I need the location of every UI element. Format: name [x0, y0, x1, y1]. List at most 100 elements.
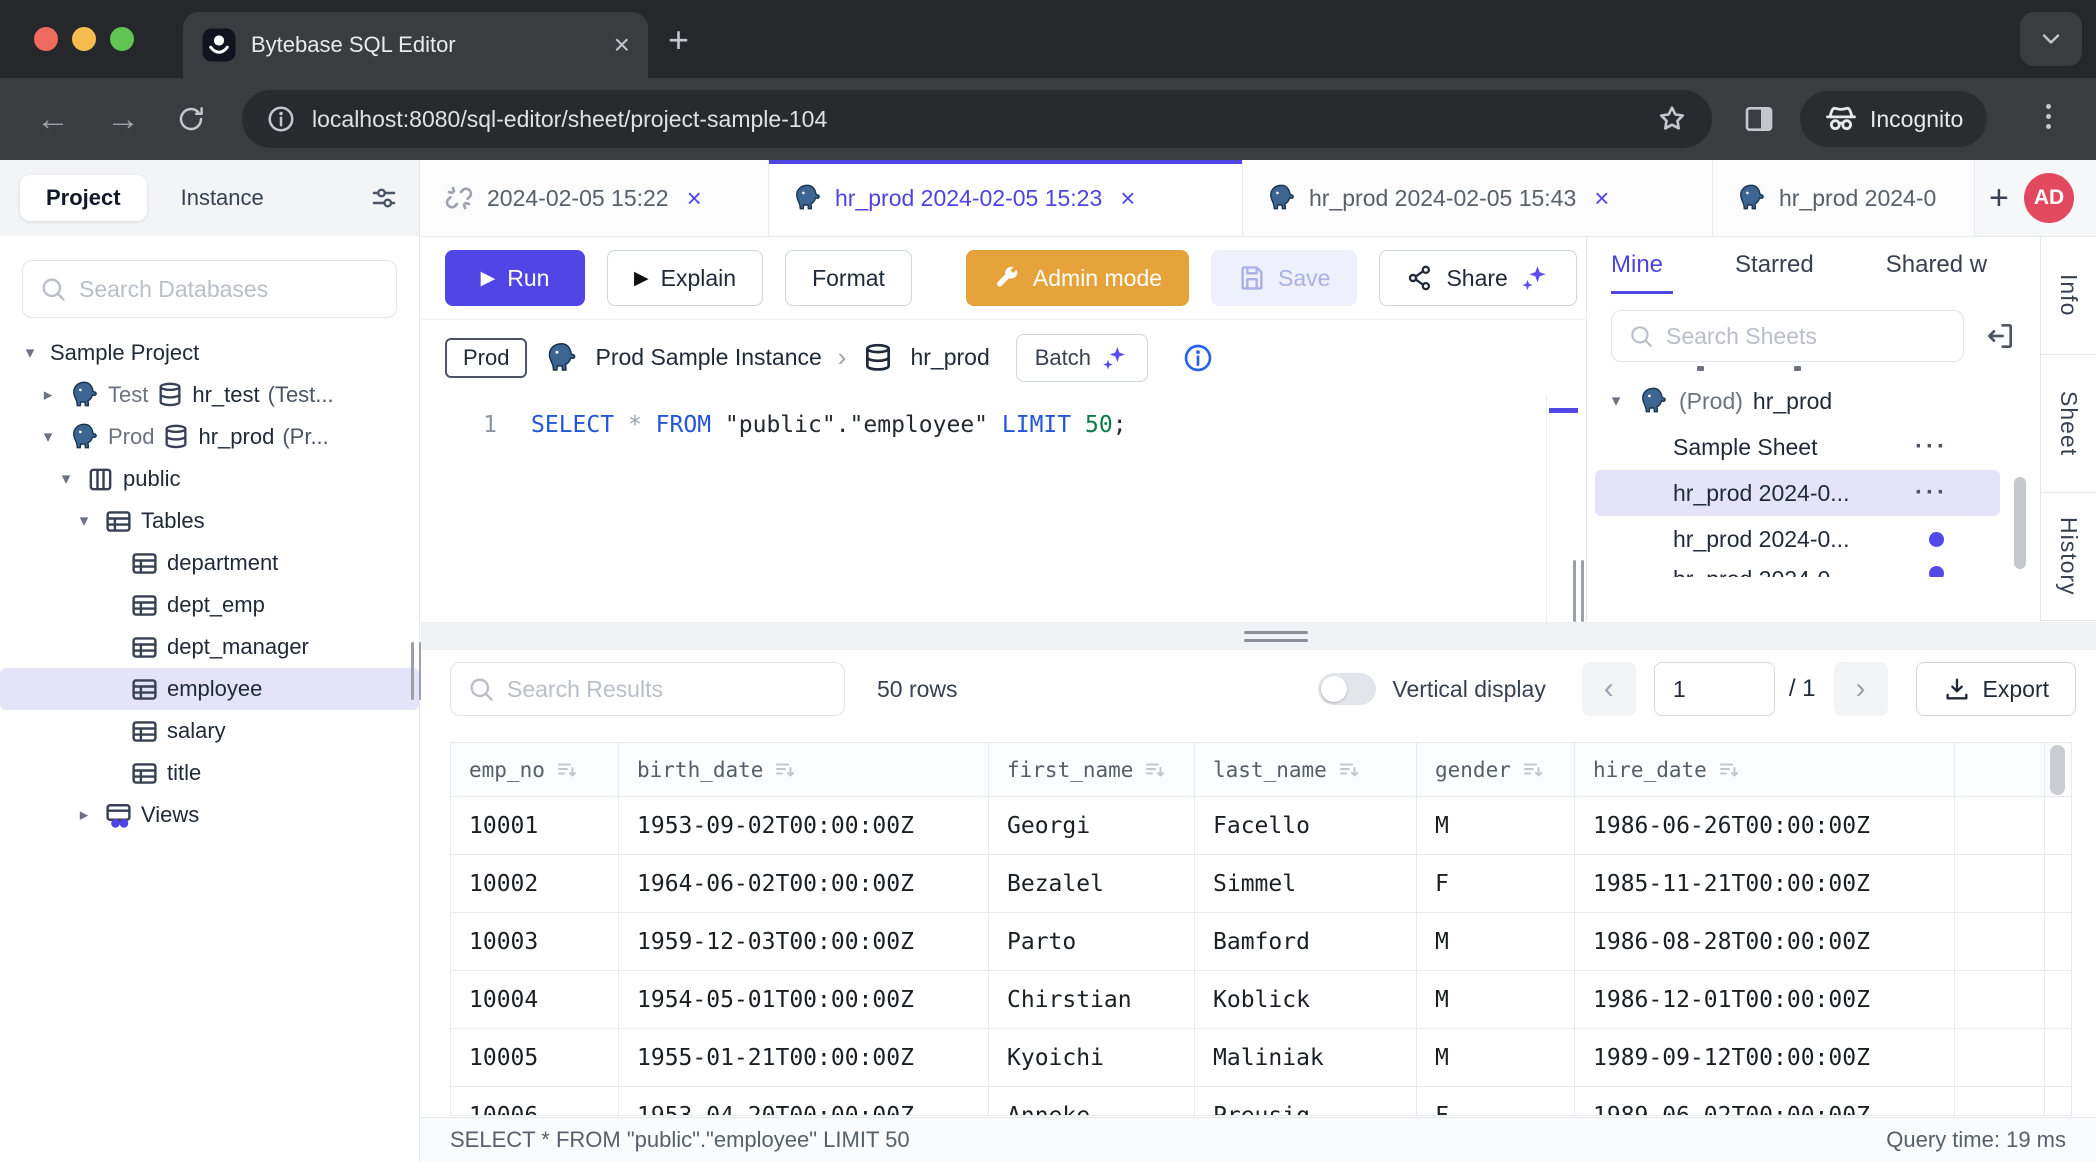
browser-tab[interactable]: Bytebase SQL Editor × — [183, 12, 648, 78]
table-cell[interactable]: 1954-05-01T00:00:00Z — [619, 971, 989, 1029]
browser-tab-close-icon[interactable]: × — [614, 31, 630, 59]
more-menu-icon[interactable]: ··· — [1915, 479, 1948, 507]
open-sheet-icon[interactable] — [1984, 320, 2016, 352]
run-button[interactable]: ▶ Run — [445, 250, 585, 306]
save-button[interactable]: Save — [1211, 250, 1357, 306]
tree-item-hr-prod[interactable]: ▾Prodhr_prod(Pr... — [0, 416, 419, 458]
table-cell[interactable]: M — [1417, 797, 1575, 855]
instance-name[interactable]: Prod Sample Instance — [595, 344, 821, 371]
chevron-right-icon[interactable]: ▸ — [72, 805, 96, 825]
column-header-hire_date[interactable]: hire_date — [1575, 743, 1955, 797]
column-header-first_name[interactable]: first_name — [989, 743, 1195, 797]
table-cell[interactable]: 10005 — [451, 1029, 619, 1087]
results-search[interactable] — [450, 662, 845, 716]
table-cell[interactable]: 1985-11-21T00:00:00Z — [1575, 855, 1955, 913]
table-cell[interactable]: Maliniak — [1195, 1029, 1417, 1087]
sheet-tab-3[interactable]: hr_prod 2024-02-05 15:43× — [1243, 160, 1713, 236]
tree-item-public[interactable]: ▾public — [0, 458, 419, 500]
strip-tab-info[interactable]: Info — [2041, 237, 2096, 355]
column-header-gender[interactable]: gender — [1417, 743, 1575, 797]
new-tab-button[interactable]: + — [668, 22, 689, 58]
tree-item-hr-test[interactable]: ▸Testhr_test(Test... — [0, 374, 419, 416]
table-cell[interactable]: 1955-01-21T00:00:00Z — [619, 1029, 989, 1087]
table-cell[interactable]: Preusig — [1195, 1087, 1417, 1115]
tree-item-title[interactable]: title — [0, 752, 419, 794]
database-name[interactable]: hr_prod — [910, 344, 989, 371]
table-cell[interactable]: 10001 — [451, 797, 619, 855]
table-cell[interactable]: Bamford — [1195, 913, 1417, 971]
reload-button[interactable] — [176, 104, 206, 134]
scrollbar-thumb[interactable] — [2050, 745, 2065, 795]
close-icon[interactable]: × — [1120, 183, 1135, 214]
window-close-button[interactable] — [34, 27, 58, 51]
table-cell[interactable]: Simmel — [1195, 855, 1417, 913]
filter-settings-icon[interactable] — [369, 183, 399, 213]
tab-mine[interactable]: Mine — [1611, 251, 1663, 279]
drag-handle-icon[interactable] — [1244, 631, 1308, 642]
table-cell[interactable]: M — [1417, 971, 1575, 1029]
sheet-item-1[interactable]: Sample Sheet··· — [1595, 424, 2000, 470]
strip-tab-sheet[interactable]: Sheet — [2041, 355, 2096, 493]
prev-page-button[interactable]: ‹ — [1582, 662, 1636, 716]
vertical-display-toggle[interactable] — [1318, 673, 1376, 705]
tab-project[interactable]: Project — [20, 175, 147, 221]
table-cell[interactable]: 10003 — [451, 913, 619, 971]
table-cell[interactable]: 10004 — [451, 971, 619, 1029]
tree-item-views[interactable]: ▸Views — [0, 794, 419, 836]
admin-mode-button[interactable]: Admin mode — [966, 250, 1189, 306]
side-panel-icon[interactable] — [1742, 103, 1776, 135]
table-cell[interactable]: 1986-08-28T00:00:00Z — [1575, 913, 1955, 971]
table-cell[interactable]: M — [1417, 1029, 1575, 1087]
tree-item-department[interactable]: department — [0, 542, 419, 584]
column-header-birth_date[interactable]: birth_date — [619, 743, 989, 797]
close-icon[interactable]: × — [1594, 183, 1609, 214]
tree-item-salary[interactable]: salary — [0, 710, 419, 752]
database-search[interactable] — [22, 260, 397, 318]
chevron-down-icon[interactable]: ▾ — [72, 511, 96, 531]
table-cell[interactable]: 1986-06-26T00:00:00Z — [1575, 797, 1955, 855]
table-cell[interactable]: F — [1417, 1087, 1575, 1115]
table-cell[interactable]: 10002 — [451, 855, 619, 913]
database-search-input[interactable] — [79, 276, 380, 303]
chevron-down-icon[interactable]: ▾ — [18, 343, 42, 363]
bookmark-star-icon[interactable] — [1656, 103, 1688, 135]
format-button[interactable]: Format — [785, 250, 912, 306]
table-cell[interactable]: F — [1417, 855, 1575, 913]
table-cell[interactable]: 1989-06-02T00:00:00Z — [1575, 1087, 1955, 1115]
results-search-input[interactable] — [507, 676, 828, 703]
column-header-emp_no[interactable]: emp_no — [451, 743, 619, 797]
tab-instance[interactable]: Instance — [181, 185, 264, 211]
window-zoom-button[interactable] — [110, 27, 134, 51]
sheet-search-input[interactable] — [1666, 323, 1947, 350]
tree-item-tables[interactable]: ▾Tables — [0, 500, 419, 542]
table-cell[interactable]: 1989-09-12T00:00:00Z — [1575, 1029, 1955, 1087]
info-icon[interactable] — [1182, 342, 1214, 374]
table-cell[interactable]: Facello — [1195, 797, 1417, 855]
chevron-down-icon[interactable]: ▾ — [36, 427, 60, 447]
table-cell[interactable]: Parto — [989, 913, 1195, 971]
site-info-icon[interactable] — [266, 104, 296, 134]
sheet-group-row[interactable]: ▾ (Prod) hr_prod — [1587, 378, 2040, 424]
batch-button[interactable]: Batch — [1016, 334, 1148, 382]
sheet-item-2[interactable]: hr_prod 2024-0...··· — [1595, 470, 2000, 516]
avatar[interactable]: AD — [2024, 173, 2074, 223]
sheet-list-scrollbar[interactable] — [2014, 477, 2026, 569]
sheet-item-3[interactable]: hr_prod 2024-0... — [1595, 516, 2000, 562]
tree-item-dept-emp[interactable]: dept_emp — [0, 584, 419, 626]
tree-item-dept-manager[interactable]: dept_manager — [0, 626, 419, 668]
table-cell[interactable]: Kyoichi — [989, 1029, 1195, 1087]
window-minimize-button[interactable] — [72, 27, 96, 51]
sheet-tab-2[interactable]: hr_prod 2024-02-05 15:23× — [769, 160, 1243, 236]
explain-button[interactable]: ▶ Explain — [607, 250, 763, 306]
tab-starred[interactable]: Starred — [1735, 251, 1814, 279]
address-bar[interactable]: localhost:8080/sql-editor/sheet/project-… — [242, 90, 1712, 148]
column-header-last_name[interactable]: last_name — [1195, 743, 1417, 797]
share-button[interactable]: Share — [1379, 250, 1576, 306]
strip-tab-history[interactable]: History — [2041, 493, 2096, 621]
more-menu-icon[interactable]: ··· — [1915, 433, 1948, 461]
table-cell[interactable]: 1953-04-20T00:00:00Z — [619, 1087, 989, 1115]
table-scrollbar[interactable] — [2045, 743, 2071, 797]
chevron-down-icon[interactable]: ▾ — [54, 469, 78, 489]
table-cell[interactable]: 1986-12-01T00:00:00Z — [1575, 971, 1955, 1029]
table-cell[interactable]: Koblick — [1195, 971, 1417, 1029]
